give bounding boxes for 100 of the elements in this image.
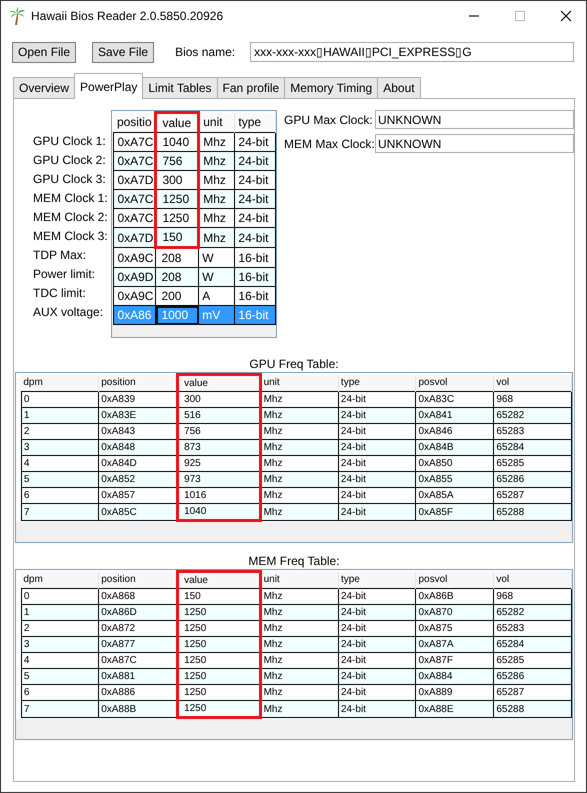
table-cell[interactable]: 7 [21,700,99,718]
column-header[interactable]: dpm [21,374,99,392]
tab[interactable]: Memory Timing [284,77,378,99]
close-icon[interactable] [560,10,572,22]
table-cell[interactable]: 65288 [494,700,572,718]
column-header[interactable]: value [156,112,199,132]
table-cell[interactable]: Mhz [198,190,235,208]
table-cell[interactable]: 0xA884 [416,668,494,684]
table-cell[interactable]: Mhz [198,228,235,248]
table-cell[interactable]: 0 [21,392,99,408]
table-cell[interactable]: 24-bit [338,504,416,520]
table-cell[interactable]: 24-bit [234,152,276,170]
table-cell[interactable]: Mhz [260,472,338,488]
column-header[interactable]: posvol [416,374,494,392]
column-header[interactable]: position [98,374,178,392]
table-cell[interactable]: 24-bit [338,604,416,620]
table-cell[interactable]: 968 [494,392,572,408]
tab[interactable]: About [377,77,421,99]
tab[interactable]: Limit Tables [142,77,217,99]
table-cell[interactable]: 24-bit [338,392,416,408]
table-cell[interactable]: 516 [178,408,260,424]
table-cell[interactable]: 1250 [178,668,260,684]
tab[interactable]: PowerPlay [74,73,144,99]
file-button[interactable]: Save File [92,42,154,62]
table-cell[interactable]: 5 [21,472,99,488]
table-cell[interactable]: 0xA9D [114,268,156,286]
table-cell[interactable]: 7 [21,504,99,520]
table-cell[interactable]: 24-bit [338,408,416,424]
column-header[interactable]: unit [198,112,235,132]
table-cell[interactable]: 65282 [494,408,572,424]
table-cell[interactable]: 1 [21,604,99,620]
table-cell[interactable]: 0xA870 [416,604,494,620]
table-cell[interactable]: 200 [156,286,199,306]
file-button[interactable]: Open File [12,42,76,62]
table-cell[interactable]: 0xA86B [416,588,494,604]
table-cell[interactable]: 0xA84B [416,440,494,456]
table-cell[interactable]: 873 [178,440,260,456]
table-cell[interactable]: 24-bit [338,700,416,718]
column-header[interactable]: type [338,572,416,588]
column-header[interactable]: vol [494,374,572,392]
table-cell[interactable]: Mhz [260,668,338,684]
table-cell[interactable]: Mhz [260,408,338,424]
table-cell[interactable]: 65286 [494,668,572,684]
table-cell[interactable]: 24-bit [338,440,416,456]
table-cell[interactable]: 0xA88E [416,700,494,718]
table-cell[interactable]: 0xA7C [114,190,156,208]
table-cell[interactable]: 1040 [178,504,260,520]
table-cell[interactable]: 0xA83C [416,392,494,408]
table-cell[interactable]: 0xA7D [114,228,156,248]
column-header[interactable]: unit [260,374,338,392]
table-cell[interactable]: 0 [21,588,99,604]
max-clock-field[interactable]: UNKNOWN [375,134,574,153]
table-cell[interactable]: 0xA85F [416,504,494,520]
table-cell[interactable]: 65284 [494,440,572,456]
table-cell[interactable]: 1 [21,408,99,424]
table-cell[interactable]: 1250 [178,700,260,718]
table-cell[interactable]: 65288 [494,504,572,520]
table-cell[interactable]: 3 [21,636,99,652]
column-header[interactable]: type [234,112,276,132]
table-cell[interactable]: 5 [21,668,99,684]
table-cell[interactable]: 24-bit [338,668,416,684]
column-header[interactable]: type [338,374,416,392]
max-clock-field[interactable]: UNKNOWN [375,110,574,129]
table-cell[interactable]: 3 [21,440,99,456]
column-header[interactable]: positio [114,112,156,132]
table-cell[interactable]: Mhz [260,504,338,520]
table-cell[interactable]: 1250 [178,604,260,620]
table-cell[interactable]: 24-bit [234,190,276,208]
table-cell[interactable]: Mhz [198,152,235,170]
table-cell[interactable]: 65284 [494,636,572,652]
column-header[interactable]: dpm [21,572,99,588]
table-cell[interactable]: 968 [494,588,572,604]
column-header[interactable]: position [98,572,178,588]
table-cell[interactable]: 1250 [178,636,260,652]
table-cell[interactable]: 150 [156,228,199,248]
table-cell[interactable]: 0xA7C [114,152,156,170]
table-cell[interactable]: 24-bit [234,228,276,248]
table-cell[interactable]: 1250 [156,190,199,208]
tab[interactable]: Fan profile [216,77,284,99]
table-cell[interactable]: 0xA855 [416,472,494,488]
table-cell[interactable]: 973 [178,472,260,488]
table-cell[interactable]: Mhz [260,700,338,718]
table-cell[interactable]: 24-bit [338,588,416,604]
tab[interactable]: Overview [13,77,74,99]
table-cell[interactable]: 0xA87A [416,636,494,652]
table-cell[interactable]: Mhz [260,604,338,620]
table-cell[interactable]: Mhz [260,636,338,652]
table-cell[interactable]: 65286 [494,472,572,488]
table-cell[interactable]: 208 [156,268,199,286]
table-cell[interactable]: 0xA841 [416,408,494,424]
column-header[interactable]: unit [260,572,338,588]
table-cell[interactable]: 65282 [494,604,572,620]
table-cell[interactable]: W [198,268,235,286]
column-header[interactable]: vol [494,572,572,588]
column-header[interactable]: value [178,572,260,588]
table-cell[interactable]: 24-bit [338,636,416,652]
column-header[interactable]: value [178,374,260,392]
table-cell[interactable]: 24-bit [338,472,416,488]
table-cell[interactable]: Mhz [260,440,338,456]
bios-name-field[interactable]: xxx-xxx-xxx▯HAWAII▯PCI_EXPRESS▯G [250,42,574,62]
